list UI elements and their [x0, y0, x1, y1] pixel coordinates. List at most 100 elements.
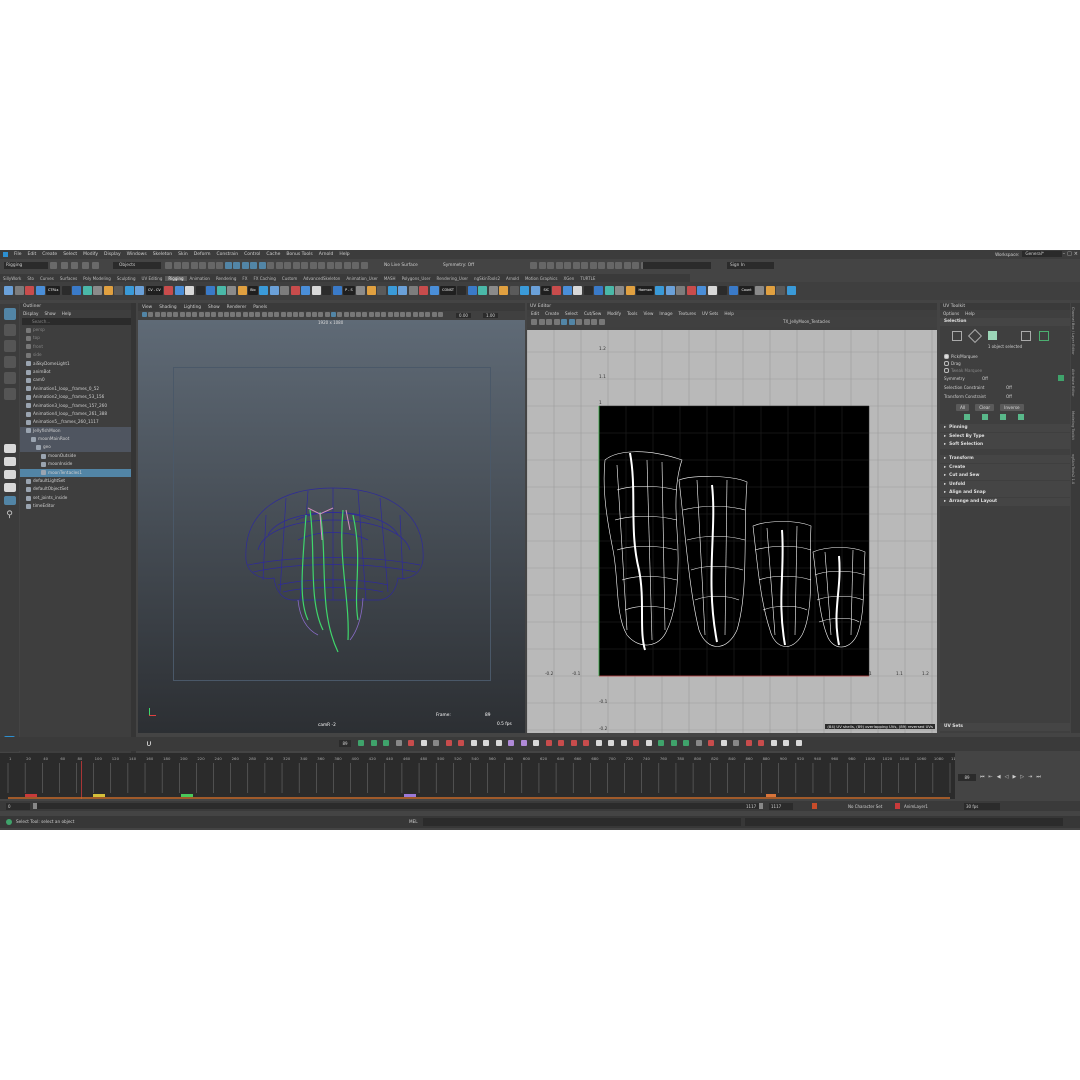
clear-button[interactable]: Clear — [975, 403, 995, 411]
menu-item[interactable]: Skeleton — [150, 252, 175, 257]
shelf-button[interactable]: CV - CV — [145, 286, 163, 295]
toolkit-section-header[interactable]: ▸ Select By Type — [940, 432, 1070, 441]
save-scene-icon[interactable] — [71, 262, 78, 269]
key-marker[interactable] — [25, 794, 37, 797]
shelf-tab[interactable]: FX — [239, 276, 250, 281]
selection-mask-icon[interactable] — [352, 262, 359, 269]
uv-tool-icon[interactable] — [576, 319, 582, 325]
select-all-button[interactable]: All — [956, 403, 970, 411]
viewport-tool-icon[interactable] — [192, 312, 198, 317]
viewport-menu[interactable]: Shading — [159, 305, 176, 310]
uv-shell-mode-icon[interactable] — [1039, 330, 1049, 341]
shelf-tool-icon[interactable] — [615, 286, 625, 295]
shelf-tool-icon[interactable] — [419, 286, 429, 295]
render-tool-icon[interactable] — [606, 262, 614, 269]
viewport-tool-icon[interactable] — [274, 312, 280, 317]
shelf-tool-icon[interactable] — [509, 286, 519, 295]
timeline-tool-icon[interactable] — [583, 740, 589, 746]
uv-sets-section[interactable]: UV Sets — [940, 723, 1070, 731]
shelf-tool-icon[interactable] — [429, 286, 439, 295]
uv-editor-menu[interactable]: Edit — [531, 311, 539, 316]
shelf-tool-icon[interactable] — [625, 286, 635, 295]
selection-style-radio[interactable]: Drag — [944, 360, 1070, 367]
uv-tool-icon[interactable] — [531, 319, 537, 325]
selection-constraint-value[interactable]: Off — [1006, 385, 1012, 390]
timeline-tool-icon[interactable] — [658, 740, 664, 746]
paint-select-icon[interactable] — [3, 340, 16, 352]
toolkit-section-header[interactable]: ▸ Align and Snap — [940, 489, 1070, 497]
outliner-item[interactable]: front — [20, 343, 133, 351]
gamma-field[interactable]: 1.00 — [483, 312, 498, 318]
symmetry-status[interactable]: Symmetry: Off — [443, 262, 474, 269]
viewport-tool-icon[interactable] — [249, 312, 255, 317]
outliner-menu[interactable]: Show — [44, 311, 55, 316]
inverse-button[interactable]: Inverse — [1000, 403, 1024, 411]
current-frame-field[interactable]: 89 — [958, 773, 976, 781]
viewport-3d[interactable]: 1920 x 1080 camR -2 Frame: 89 0.5 fps — [138, 320, 525, 733]
timeline-tool-icon[interactable] — [645, 740, 652, 746]
timeline-tool-icon[interactable] — [770, 740, 777, 746]
shelf-tool-icon[interactable] — [174, 286, 184, 295]
viewport-tool-icon[interactable] — [255, 312, 261, 317]
step-forward-frame-icon[interactable]: ▷ — [1020, 774, 1024, 780]
shelf-tool-icon[interactable] — [135, 286, 145, 295]
key-marker[interactable] — [181, 794, 193, 797]
render-tool-icon[interactable] — [555, 262, 563, 269]
selection-mask-icon[interactable] — [233, 262, 240, 269]
uv-editor-menu[interactable]: UV Sets — [702, 311, 718, 316]
open-scene-icon[interactable] — [60, 262, 68, 269]
shelf-tool-icon[interactable] — [776, 286, 786, 295]
shelf-button[interactable]: Count — [739, 286, 754, 295]
viewport-tool-icon[interactable] — [293, 312, 299, 317]
selection-mask-icon[interactable] — [301, 262, 308, 269]
timeline-tool-icon[interactable] — [358, 740, 364, 746]
selection-mask-icon[interactable] — [309, 262, 317, 269]
select-shortest-path-icon[interactable] — [1018, 413, 1024, 420]
viewport-tool-icon[interactable] — [173, 312, 179, 317]
shelf-tool-icon[interactable] — [103, 286, 113, 295]
uv-tool-icon[interactable] — [538, 319, 545, 325]
selection-section-header[interactable]: Selection — [940, 317, 1070, 326]
rotate-tool-icon[interactable] — [3, 372, 16, 384]
viewport-tool-icon[interactable] — [154, 312, 160, 317]
timeline-tool-icon[interactable] — [733, 740, 739, 746]
timeline-tool-icon[interactable] — [483, 740, 489, 746]
viewport-tool-icon[interactable] — [179, 312, 185, 317]
character-set-select[interactable]: No Character Set — [848, 803, 882, 810]
sign-in-button[interactable]: Sign In — [727, 262, 774, 269]
shelf-tab[interactable]: Animation — [187, 276, 213, 281]
shelf-tool-icon[interactable] — [499, 286, 509, 295]
shelf-tool-icon[interactable] — [14, 286, 24, 295]
selection-mask-icon[interactable] — [326, 262, 334, 269]
toolkit-section-header[interactable]: ▸ Create — [940, 463, 1070, 472]
single-view-icon[interactable] — [3, 444, 16, 453]
render-tool-icon[interactable] — [623, 262, 631, 269]
shelf-button[interactable]: CTRLs — [46, 286, 61, 295]
viewport-tool-icon[interactable] — [419, 312, 425, 317]
viewport-tool-icon[interactable] — [230, 312, 236, 317]
shelf-tab[interactable]: Custom — [279, 276, 300, 281]
outliner-item[interactable]: cam0 — [20, 376, 133, 384]
shelf-tab[interactable]: Arnold — [503, 276, 522, 281]
two-view-icon[interactable] — [3, 470, 16, 479]
search-icon[interactable]: ⚲ — [4, 509, 16, 521]
mode-select[interactable]: Rigging — [4, 262, 48, 269]
outliner-item[interactable]: moonTentacles1 — [20, 468, 133, 478]
outliner-item[interactable]: Animation5__frames_260_1117 — [20, 418, 133, 426]
shelf-tool-icon[interactable] — [755, 286, 765, 295]
viewport-tool-icon[interactable] — [223, 312, 229, 317]
shelf-tab[interactable]: XGen — [560, 276, 577, 281]
timeline-tool-icon[interactable] — [383, 740, 389, 746]
uv-toolkit-menu[interactable]: Options — [943, 311, 959, 316]
shelf-tab[interactable]: Poly Modeling — [80, 276, 114, 281]
selection-mask-icon[interactable] — [284, 262, 291, 269]
viewport-tool-icon[interactable] — [167, 312, 173, 317]
play-forward-icon[interactable]: ▶ — [1012, 774, 1016, 780]
close-icon[interactable]: × — [1074, 251, 1078, 257]
viewport-tool-icon[interactable] — [400, 312, 406, 317]
outliner-item[interactable]: Animation3_loop__frames_157_260 — [20, 402, 133, 410]
shelf-tool-icon[interactable] — [387, 286, 397, 295]
shelf-tool-icon[interactable] — [655, 286, 665, 295]
script-language-toggle[interactable]: MEL — [409, 818, 418, 826]
shelf-tool-icon[interactable] — [765, 286, 775, 295]
